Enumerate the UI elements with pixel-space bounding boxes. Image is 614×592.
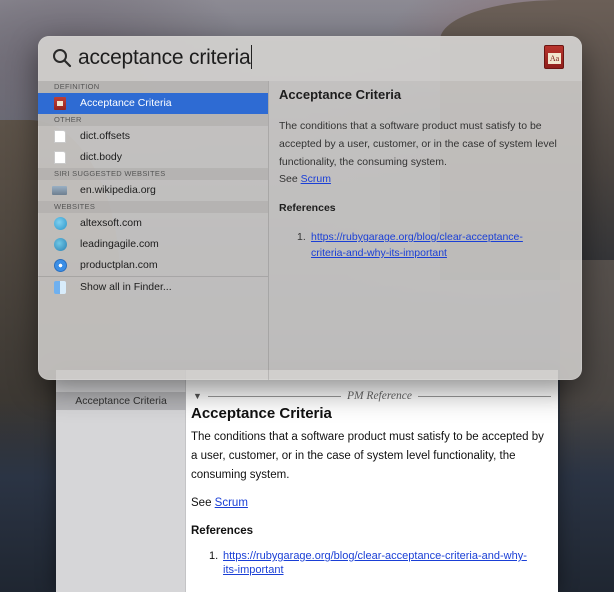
dictionary-sidebar-item-selected[interactable]: Acceptance Criteria [56,392,186,410]
divider-line [207,395,341,397]
result-dict-offsets[interactable]: dict.offsets [38,126,268,147]
search-input[interactable]: acceptance criteria [78,45,253,70]
see-scrum-link[interactable]: Scrum [215,497,248,509]
spotlight-panel: acceptance criteria Aa DEFINITION Accept… [38,36,582,380]
result-label: dict.offsets [80,130,130,142]
disclosure-triangle-icon[interactable]: ▼ [193,391,202,401]
reference-item: 1. https://rubygarage.org/blog/clear-acc… [191,549,551,577]
dictionary-icon [54,97,66,110]
document-icon [54,130,66,143]
result-label: dict.body [80,151,123,163]
result-wikipedia[interactable]: en.wikipedia.org [38,180,268,201]
see-also: See Scrum [191,497,551,509]
search-icon [53,49,72,68]
spotlight-search-bar: acceptance criteria Aa [38,36,582,81]
preview-scrum-link[interactable]: Scrum [301,173,331,185]
reference-link[interactable]: https://rubygarage.org/blog/clear-accept… [223,549,533,577]
dictionary-content: ▼ PM Reference Acceptance Criteria The c… [191,390,552,577]
source-label: PM Reference [346,390,412,402]
reference-number: 1. [297,231,306,243]
section-header-siri: SIRI SUGGESTED WEBSITES [38,168,268,180]
result-label: productplan.com [80,259,158,271]
safari-icon [54,259,67,272]
show-all-in-finder[interactable]: Show all in Finder... [38,276,268,297]
dictionary-window: Acceptance Criteria ▼ PM Reference Accep… [56,370,558,592]
preview-see-also: See Scrum [279,173,331,185]
dictionary-app-icon-label: Aa [548,53,561,64]
preview-references-heading: References [279,202,336,214]
result-label: altexsoft.com [80,217,142,229]
section-header-websites: WEBSITES [38,201,268,213]
preview-reference-link[interactable]: https://rubygarage.org/blog/clear-accept… [311,229,551,261]
results-list: DEFINITION Acceptance Criteria OTHER dic… [38,81,269,380]
finder-icon [54,281,66,294]
section-header-other: OTHER [38,114,268,126]
divider-line [417,395,552,397]
result-altexsoft[interactable]: altexsoft.com [38,213,268,234]
preview-pane: Acceptance Criteria The conditions that … [279,81,575,380]
preview-title: Acceptance Criteria [279,87,402,102]
dictionary-sidebar: Acceptance Criteria [56,370,186,592]
result-label: Show all in Finder... [80,281,172,293]
preview-definition: The conditions that a software product m… [279,120,557,168]
source-divider: ▼ PM Reference [191,390,552,402]
section-header-definition: DEFINITION [38,81,268,93]
altexsoft-favicon-icon [54,217,67,230]
entry-title: Acceptance Criteria [191,405,332,422]
result-acceptance-criteria[interactable]: Acceptance Criteria [38,93,268,114]
preview-reference-item: 1. https://rubygarage.org/blog/clear-acc… [297,229,551,261]
leadingagile-favicon-icon [54,238,67,251]
see-prefix: See [279,173,298,185]
entry-definition: The conditions that a software product m… [191,431,544,481]
web-thumbnail-icon [52,186,67,195]
document-icon [54,151,66,164]
text-caret [251,45,253,69]
see-prefix: See [191,497,212,509]
result-leadingagile[interactable]: leadingagile.com [38,234,268,255]
result-label: leadingagile.com [80,238,159,250]
dictionary-app-icon: Aa [544,45,564,69]
result-productplan[interactable]: productplan.com [38,255,268,276]
result-label: en.wikipedia.org [80,184,156,196]
references-heading: References [191,525,254,537]
result-dict-body[interactable]: dict.body [38,147,268,168]
result-label: Acceptance Criteria [80,97,172,109]
search-query: acceptance criteria [78,46,251,69]
reference-number: 1. [209,550,219,562]
